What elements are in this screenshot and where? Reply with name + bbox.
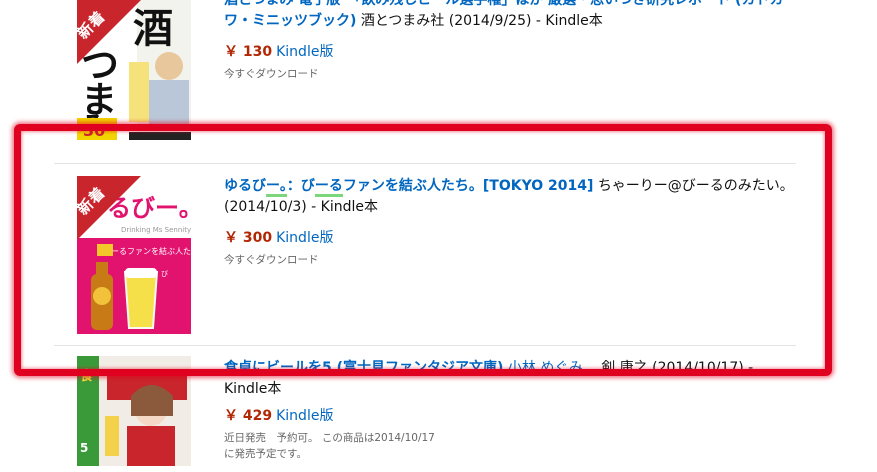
- format-link-3[interactable]: Kindle版: [276, 408, 333, 424]
- item-info-2: ゆるびー。：びーるファンを結ぶ人たち。[TOKYO 2014] ちゃーりー@びー…: [224, 176, 796, 268]
- new-badge: 新着: [77, 176, 141, 240]
- book-cover-3[interactable]: 食 5: [77, 356, 191, 466]
- book-meta-2: (2014/10/3) - Kindle本: [224, 199, 378, 215]
- svg-text:食: 食: [80, 368, 94, 384]
- result-item-1: 新着 酒 つ ま み 30 酒とつまみ 電子版 「飲み残しビール選手権」ほか 厳…: [54, 0, 796, 160]
- book-cover-2[interactable]: 新着 ゆるびー。 Drinking Ms Sennity びーるファンを結ぶ人た…: [77, 176, 191, 334]
- svg-text:30: 30: [83, 121, 105, 140]
- price-3: ￥ 429: [224, 408, 273, 424]
- availability-note-3: 近日発売 予約可。 この商品は2014/10/17 に発売予定です。: [224, 432, 435, 460]
- new-badge: 新着: [77, 0, 141, 64]
- price-1: ￥ 130: [224, 44, 273, 60]
- book-meta-1: 酒とつまみ社 (2014/9/25) - Kindle本: [360, 13, 603, 29]
- result-item-2: 新着 ゆるびー。 Drinking Ms Sennity びーるファンを結ぶ人た…: [54, 170, 796, 340]
- book-cover-1[interactable]: 新着 酒 つ ま み 30: [77, 0, 191, 140]
- item-info-3: 食卓にビールを5 (富士見ファンタジア文庫) 小林 めぐみ、 剣 康之 (201…: [224, 358, 796, 462]
- divider: [54, 163, 796, 164]
- result-item-3: 食 5 食卓にビールを5 (富士見ファンタジア文庫) 小林 めぐみ、 剣 康之 …: [54, 352, 796, 472]
- cover-art-3: 食 5: [77, 356, 191, 466]
- availability-note-1: 今すぐダウンロード: [224, 68, 319, 80]
- author-separator: 、: [582, 360, 602, 376]
- svg-text:び: び: [161, 270, 168, 278]
- format-link-2[interactable]: Kindle版: [276, 230, 333, 246]
- price-2: ￥ 300: [224, 230, 273, 246]
- book-author-2: ちゃーりー@びーるのみたい。: [597, 178, 794, 194]
- item-info-1: 酒とつまみ 電子版 「飲み残しビール選手権」ほか 厳選・思いつき研究レポート (…: [224, 0, 796, 82]
- book-title-link-3[interactable]: 食卓にビールを5 (富士見ファンタジア文庫): [224, 360, 503, 376]
- book-author-3b: 剣 康之: [601, 360, 648, 376]
- svg-text:5: 5: [80, 441, 88, 455]
- svg-text:びーるファンを結ぶ人たち。: びーるファンを結ぶ人たち。: [103, 246, 191, 256]
- availability-note-2: 今すぐダウンロード: [224, 254, 319, 266]
- book-title-link-2[interactable]: ゆるびー。：びーるファンを結ぶ人たち。[TOKYO 2014]: [224, 178, 593, 197]
- divider: [54, 345, 796, 346]
- format-link-1[interactable]: Kindle版: [276, 44, 333, 60]
- book-author-link-3a[interactable]: 小林 めぐみ: [508, 360, 583, 376]
